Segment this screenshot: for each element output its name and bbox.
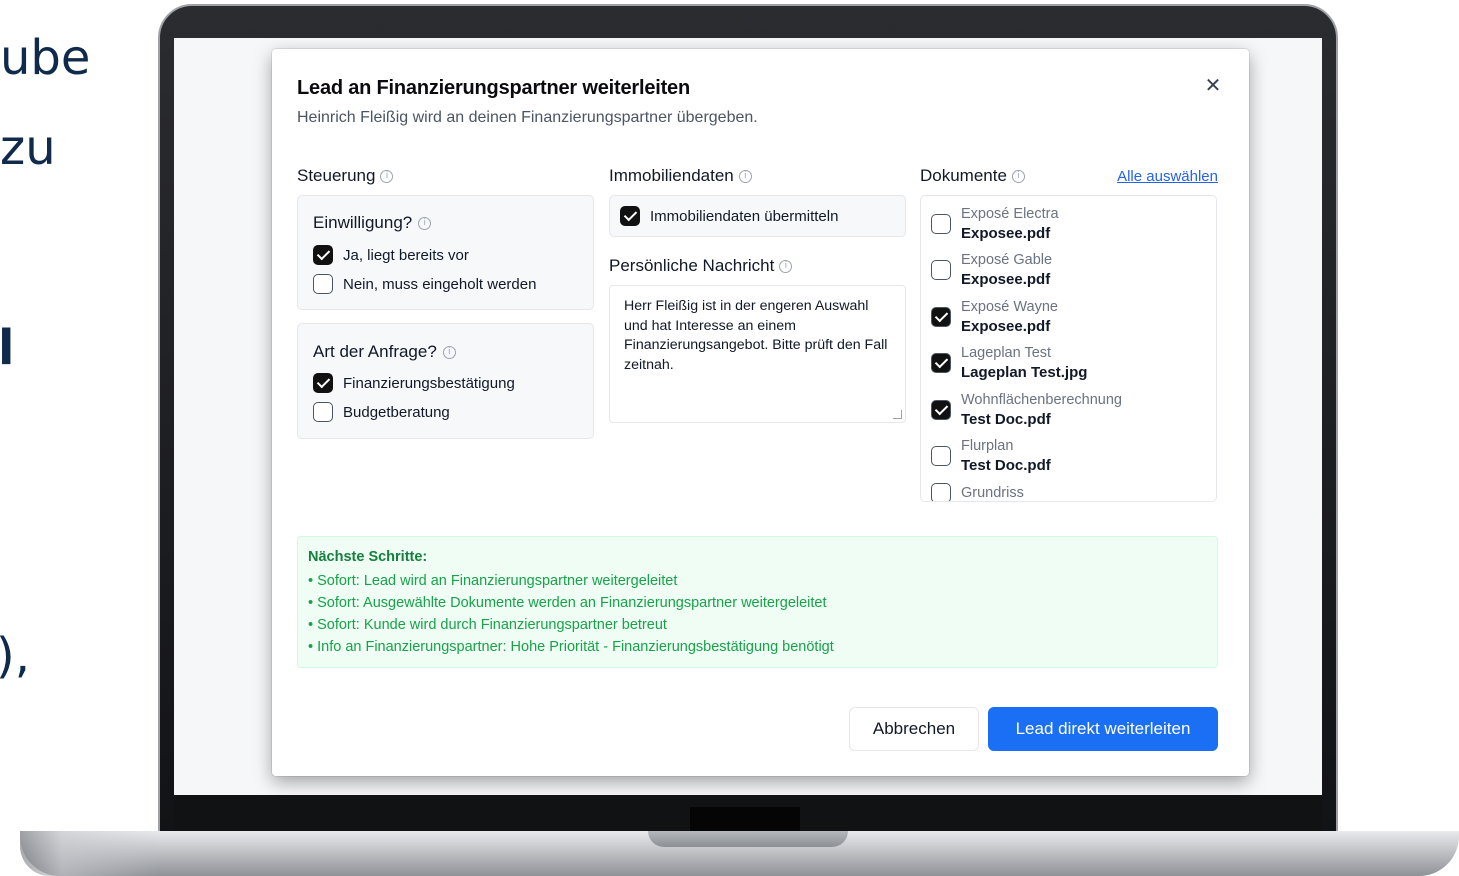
background-text-fragment: l [0,320,15,376]
checkbox-unchecked-icon[interactable] [931,260,951,280]
anfrage-title: Art der Anfrage? i [313,342,456,362]
document-item[interactable]: Flurplan Test Doc.pdf [931,436,1051,476]
einwilligung-title: Einwilligung? i [313,213,432,233]
einwilligung-option-no[interactable]: Nein, muss eingeholt werden [313,274,536,294]
laptop-notch [690,807,800,831]
document-item[interactable]: Wohnflächenberechnung Test Doc.pdf [931,390,1122,430]
message-textarea[interactable]: Herr Fleißig ist in der engeren Auswahl … [609,285,906,423]
camera-icon [746,20,752,26]
checkbox-checked-icon[interactable] [931,307,951,327]
steuerung-heading: Steuerung i [297,166,394,186]
next-step-item: • Info an Finanzierungspartner: Hohe Pri… [308,639,834,655]
info-icon[interactable]: i [418,216,432,230]
laptop-opening-groove [648,831,848,847]
anfrage-option-finanzierung[interactable]: Finanzierungsbestätigung [313,373,515,393]
anfrage-option-budget[interactable]: Budgetberatung [313,402,450,422]
close-icon[interactable]: ✕ [1203,75,1223,97]
info-icon[interactable]: i [1011,169,1025,183]
einwilligung-option-yes[interactable]: Ja, liegt bereits vor [313,245,469,265]
option-label: Finanzierungsbestätigung [343,374,515,392]
dokumente-heading-label: Dokumente [920,166,1007,185]
checkbox-unchecked-icon[interactable] [313,274,333,294]
document-file: Test Doc.pdf [961,457,1051,474]
select-all-link[interactable]: Alle auswählen [1117,168,1218,185]
forward-lead-button[interactable]: Lead direkt weiterleiten [988,707,1218,751]
background-text-fragment: ube [0,30,91,86]
document-list[interactable]: Exposé Electra Exposee.pdf Exposé Gable Ex… [920,195,1217,502]
laptop-screen: ✕ Lead an Finanzierungspartner weiterlei… [174,38,1322,795]
einwilligung-title-label: Einwilligung? [313,213,413,232]
document-file: Exposee.pdf [961,318,1051,335]
document-file: Exposee.pdf [961,225,1051,242]
checkbox-checked-icon[interactable] [931,400,951,420]
info-icon[interactable]: i [380,169,394,183]
document-name: Grundriss [961,485,1024,501]
immobilien-heading: Immobiliendaten i [609,166,752,186]
immobilien-heading-label: Immobiliendaten [609,166,734,185]
steuerung-heading-label: Steuerung [297,166,376,185]
checkbox-checked-icon[interactable] [313,245,333,265]
checkbox-unchecked-icon[interactable] [313,402,333,422]
cancel-button[interactable]: Abbrechen [849,707,979,751]
next-step-item: • Sofort: Kunde wird durch Finanzierungs… [308,617,667,633]
info-icon[interactable]: i [779,259,793,273]
message-heading-label: Persönliche Nachricht [609,256,775,275]
next-steps-heading: Nächste Schritte: [308,549,428,565]
option-label: Budgetberatung [343,403,450,421]
laptop-base-shade [20,831,160,876]
option-label: Nein, muss eingeholt werden [343,275,537,293]
document-item[interactable]: Exposé Gable Exposee.pdf [931,250,1052,290]
next-step-item: • Sofort: Ausgewählte Dokumente werden a… [308,595,827,611]
document-name: Exposé Electra [961,206,1059,222]
forward-lead-dialog: ✕ Lead an Finanzierungspartner weiterlei… [272,49,1249,776]
checkbox-checked-icon[interactable] [620,206,640,226]
checkbox-checked-icon[interactable] [313,373,333,393]
document-name: Wohnflächenberechnung [961,392,1122,408]
background-text-fragment: ), [0,628,30,684]
dokumente-heading: Dokumente i [920,166,1025,186]
document-item[interactable]: Lageplan Test Lageplan Test.jpg [931,343,1087,383]
checkbox-unchecked-icon[interactable] [931,214,951,234]
message-text: Herr Fleißig ist in der engeren Auswahl … [624,298,888,373]
document-name: Exposé Wayne [961,299,1058,315]
document-file: Lageplan Test.jpg [961,364,1088,381]
background-page: ube zu l ), [0,0,160,876]
resize-handle-icon[interactable] [893,410,902,419]
document-item[interactable]: Grundriss [931,483,1024,501]
message-heading: Persönliche Nachricht i [609,256,793,276]
anfrage-title-label: Art der Anfrage? [313,342,437,361]
immobilien-transfer-option[interactable]: Immobiliendaten übermitteln [620,206,838,226]
next-steps-box: Nächste Schritte: • Sofort: Lead wird an… [297,536,1218,668]
document-name: Exposé Gable [961,252,1053,268]
dialog-title: Lead an Finanzierungspartner weiterleite… [297,77,691,99]
dialog-subtitle: Heinrich Fleißig wird an deinen Finanzie… [297,109,758,126]
document-item[interactable]: Exposé Electra Exposee.pdf [931,204,1059,244]
immobilien-transfer-panel: Immobiliendaten übermitteln [609,195,906,237]
option-label: Ja, liegt bereits vor [343,246,469,264]
document-name: Flurplan [961,438,1014,454]
document-file: Exposee.pdf [961,271,1051,288]
document-item[interactable]: Exposé Wayne Exposee.pdf [931,297,1058,337]
document-name: Lageplan Test [961,345,1052,361]
next-step-item: • Sofort: Lead wird an Finanzierungspart… [308,573,678,589]
background-text-fragment: zu [0,120,56,176]
checkbox-unchecked-icon[interactable] [931,446,951,466]
einwilligung-panel: Einwilligung? i Ja, liegt bereits vor Ne… [297,195,594,310]
info-icon[interactable]: i [738,169,752,183]
option-label: Immobiliendaten übermitteln [650,207,839,225]
document-file: Test Doc.pdf [961,411,1051,428]
anfrage-panel: Art der Anfrage? i Finanzierungsbestätig… [297,323,594,439]
info-icon[interactable]: i [442,345,456,359]
checkbox-unchecked-icon[interactable] [931,483,951,501]
checkbox-checked-icon[interactable] [931,353,951,373]
